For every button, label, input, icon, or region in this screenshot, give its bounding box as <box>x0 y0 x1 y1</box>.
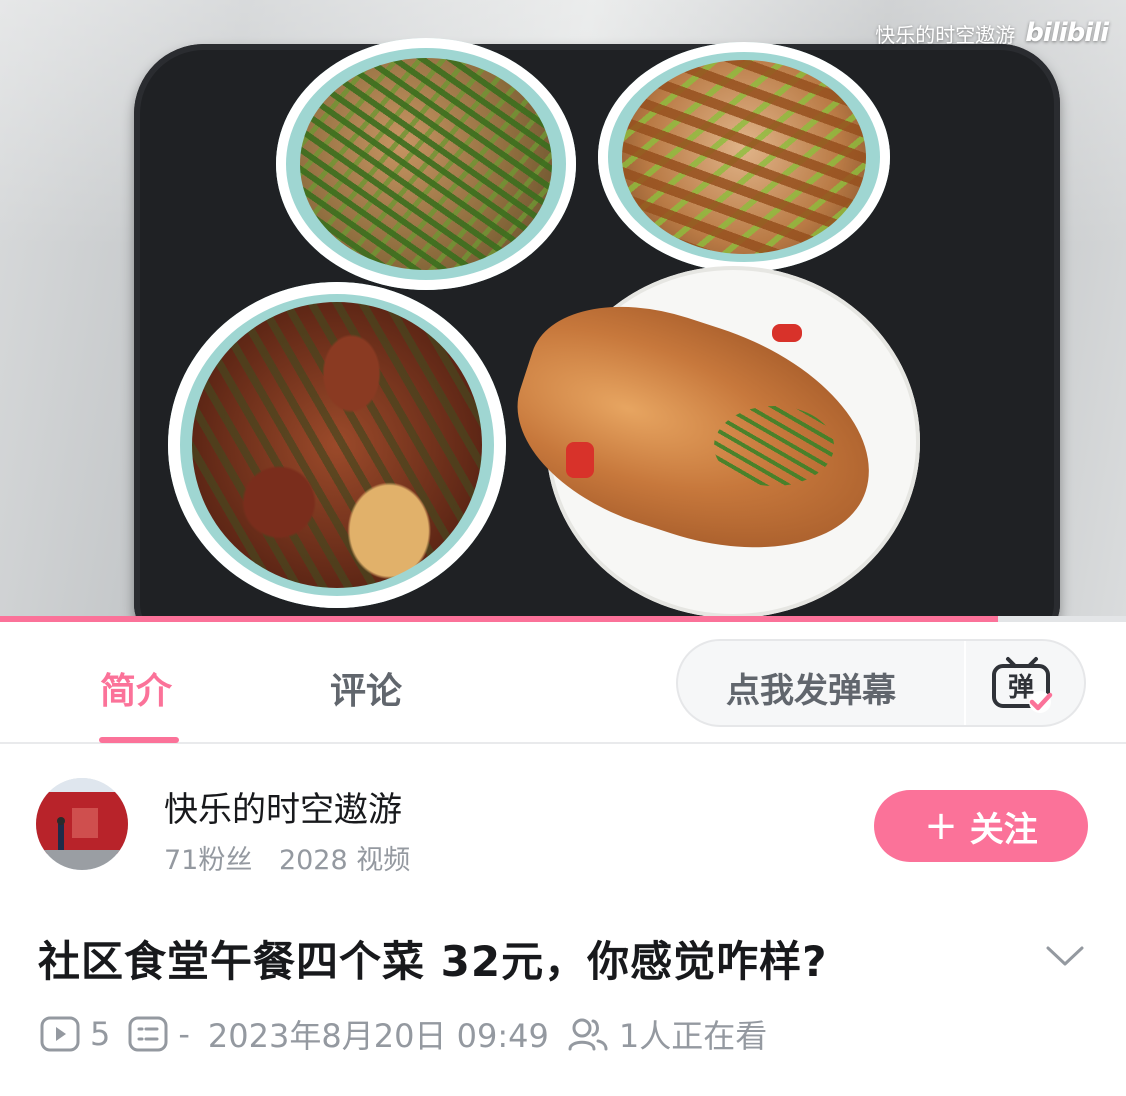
danmaku-input[interactable]: 点我发弹幕 <box>726 663 896 712</box>
danmaku-bar[interactable]: 点我发弹幕 弹 <box>676 639 1086 727</box>
viewers-icon <box>568 1018 608 1051</box>
watching-count: 1人正在看 <box>618 1017 768 1055</box>
uploader-avatar[interactable] <box>36 778 128 870</box>
plus-icon: + <box>924 803 958 849</box>
bilibili-logo-icon: bilibili <box>1025 18 1109 48</box>
play-count-icon <box>40 1016 80 1052</box>
bowl-braised-pork <box>168 282 506 608</box>
play-count: 5 <box>90 1015 111 1053</box>
danmaku-toggle-icon[interactable]: 弹 <box>990 653 1054 715</box>
danmaku-count: - <box>178 1015 190 1053</box>
uploader-name[interactable]: 快乐的时空遨游 <box>164 782 402 831</box>
follow-button[interactable]: + 关注 <box>874 790 1088 862</box>
bowl-tofu-pepper <box>598 42 890 272</box>
video-meta: 5 - 2023年8月20日 09:49 1人正在看 <box>40 1012 767 1056</box>
chevron-down-icon[interactable] <box>1044 940 1086 970</box>
bowl-braised-fish <box>492 266 920 618</box>
tab-comments[interactable]: 评论 <box>330 662 402 714</box>
watermark-uploader: 快乐的时空遨游 <box>875 22 1016 47</box>
uploader-stats: 71粉丝 2028 视频 <box>164 838 428 877</box>
video-watermark: 快乐的时空遨游 bilibili <box>875 18 1109 48</box>
follow-label: 关注 <box>969 809 1038 850</box>
video-title: 社区食堂午餐四个菜 32元，你感觉咋样? <box>38 937 828 986</box>
video-count: 2028 视频 <box>278 845 411 876</box>
active-tab-indicator <box>99 737 179 743</box>
publish-date: 2023年8月20日 09:49 <box>207 1017 549 1055</box>
bowl-garlic-stems <box>276 38 576 290</box>
danmaku-divider <box>964 641 966 725</box>
tab-intro[interactable]: 简介 <box>100 662 172 714</box>
video-player[interactable]: 快乐的时空遨游 bilibili <box>0 0 1126 622</box>
tab-bar: 简介 评论 点我发弹幕 弹 <box>0 622 1126 744</box>
avatar-image <box>36 778 128 870</box>
fans-count: 71粉丝 <box>164 845 253 876</box>
danmaku-count-icon <box>128 1016 168 1052</box>
